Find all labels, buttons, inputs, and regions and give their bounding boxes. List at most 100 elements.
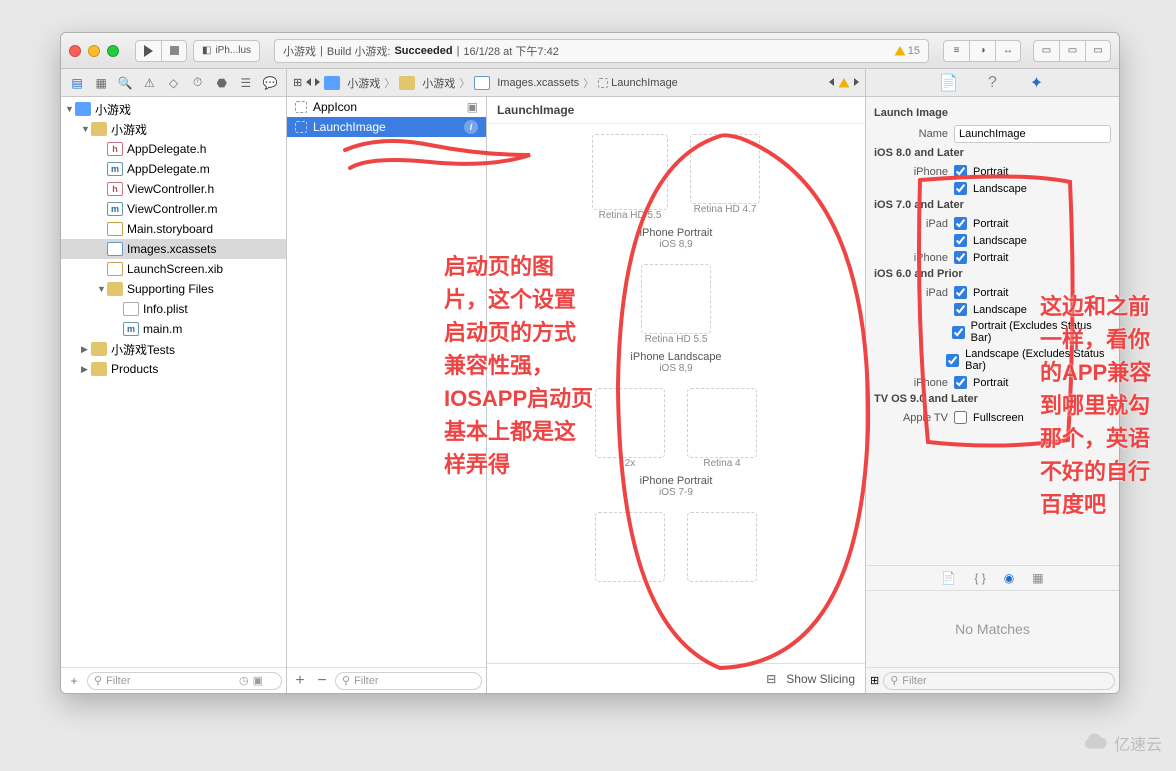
option-checkbox[interactable]: [954, 251, 967, 264]
option-checkbox[interactable]: [954, 165, 967, 178]
warning-badge[interactable]: 15: [894, 45, 920, 57]
option-label: Fullscreen: [973, 412, 1024, 424]
slot-extra-2[interactable]: [687, 512, 757, 582]
tree-item[interactable]: ▼Supporting Files: [61, 279, 286, 299]
lib-media-tab[interactable]: ▦: [1032, 571, 1043, 585]
library-filter[interactable]: ⚲ Filter: [883, 672, 1115, 690]
scheme-selector[interactable]: ◧ iPh...lus: [193, 40, 260, 62]
option-checkbox[interactable]: [954, 376, 967, 389]
editor-assistant-button[interactable]: ◑: [969, 40, 995, 62]
stop-button[interactable]: [161, 40, 187, 62]
preview-icon[interactable]: ▣: [467, 100, 478, 114]
crumb-assets[interactable]: Images.xcassets: [474, 76, 579, 90]
slot-retina4[interactable]: [687, 388, 757, 458]
counterpart-back[interactable]: [829, 77, 834, 89]
name-label: Name: [874, 128, 948, 140]
search-navigator-tab[interactable]: 🔍: [116, 74, 134, 92]
file-tree[interactable]: ▼小游戏▼小游戏hAppDelegate.hmAppDelegate.mhVie…: [61, 97, 286, 667]
warning-icon[interactable]: [838, 77, 850, 89]
asset-add-button[interactable]: +: [291, 672, 309, 690]
attrs-inspector-tab[interactable]: ✦: [1028, 74, 1046, 92]
navigator-filter[interactable]: ⚲ Filter ◷ ▣: [87, 672, 282, 690]
log-navigator-tab[interactable]: 💬: [261, 74, 279, 92]
zoom-button[interactable]: [107, 45, 119, 57]
symbol-navigator-tab[interactable]: ▦: [92, 74, 110, 92]
option-checkbox[interactable]: [952, 326, 965, 339]
editor-standard-button[interactable]: ≡: [943, 40, 969, 62]
toggle-inspector-button[interactable]: ▭: [1085, 40, 1111, 62]
report-navigator-tab[interactable]: ☰: [237, 74, 255, 92]
help-inspector-tab[interactable]: ?: [984, 74, 1002, 92]
option-checkbox[interactable]: [946, 354, 959, 367]
option-checkbox[interactable]: [954, 217, 967, 230]
option-device-label: iPad: [874, 218, 948, 230]
lib-object-tab[interactable]: ◉: [1004, 571, 1014, 585]
project-navigator-tab[interactable]: ▤: [68, 74, 86, 92]
tree-item[interactable]: mViewController.m: [61, 199, 286, 219]
asset-launchimage[interactable]: LaunchImage i: [287, 117, 486, 137]
asset-remove-button[interactable]: −: [313, 672, 331, 690]
counterpart-forward[interactable]: [854, 77, 859, 89]
fold-icon: [91, 362, 107, 376]
run-button[interactable]: [135, 40, 161, 62]
crumb-item[interactable]: LaunchImage: [598, 77, 678, 89]
tree-item[interactable]: ▼小游戏: [61, 119, 286, 139]
related-items-button[interactable]: ⊞: [293, 76, 302, 89]
crumb-folder[interactable]: 小游戏: [399, 75, 455, 91]
option-checkbox[interactable]: [954, 411, 967, 424]
tree-item[interactable]: ▼小游戏: [61, 99, 286, 119]
slot-extra-1[interactable]: [595, 512, 665, 582]
filter-modified-icon[interactable]: ▣: [253, 674, 263, 687]
canvas-toggle-icon[interactable]: ⊟: [766, 672, 776, 686]
breakpoint-navigator-tab[interactable]: ⬣: [213, 74, 231, 92]
close-button[interactable]: [69, 45, 81, 57]
lib-view-icon[interactable]: ⊞: [870, 674, 879, 687]
tree-item[interactable]: ▶小游戏Tests: [61, 339, 286, 359]
tree-item[interactable]: mmain.m: [61, 319, 286, 339]
forward-button[interactable]: [315, 77, 320, 89]
test-navigator-tab[interactable]: ◇: [164, 74, 182, 92]
toggle-navigator-button[interactable]: ▭: [1033, 40, 1059, 62]
option-checkbox[interactable]: [954, 286, 967, 299]
debug-navigator-tab[interactable]: ⏱: [189, 74, 207, 92]
toggle-debug-button[interactable]: ▭: [1059, 40, 1085, 62]
tree-item[interactable]: Info.plist: [61, 299, 286, 319]
tree-item[interactable]: LaunchScreen.xib: [61, 259, 286, 279]
tree-label: Supporting Files: [127, 282, 214, 296]
lib-code-tab[interactable]: { }: [974, 571, 985, 585]
issue-navigator-tab[interactable]: ⚠: [140, 74, 158, 92]
crumb-project[interactable]: 小游戏: [324, 75, 380, 91]
tree-item[interactable]: hViewController.h: [61, 179, 286, 199]
file-inspector-tab[interactable]: 📄: [940, 74, 958, 92]
asset-appicon[interactable]: AppIcon ▣: [287, 97, 486, 117]
tree-item[interactable]: Main.storyboard: [61, 219, 286, 239]
filter-scope-icon[interactable]: ◷: [239, 674, 249, 687]
asset-filter[interactable]: ⚲ Filter: [335, 672, 482, 690]
tree-item[interactable]: mAppDelegate.m: [61, 159, 286, 179]
info-icon[interactable]: i: [464, 120, 478, 134]
add-file-button[interactable]: +: [65, 672, 83, 690]
as-icon: [107, 242, 123, 256]
option-label: Portrait: [973, 218, 1008, 230]
canvas-body[interactable]: Retina HD 5.5 Retina HD 4.7 iPhone Portr…: [487, 124, 865, 663]
project-navigator: ▼小游戏▼小游戏hAppDelegate.hmAppDelegate.mhVie…: [61, 97, 287, 693]
slot-retina-hd-47[interactable]: [690, 134, 760, 204]
tree-label: LaunchScreen.xib: [127, 262, 223, 276]
slot-retina-hd-55[interactable]: [592, 134, 668, 210]
scheme-target: iPh...lus: [215, 45, 251, 56]
option-checkbox[interactable]: [954, 182, 967, 195]
editor-version-button[interactable]: ↔: [995, 40, 1021, 62]
tree-item[interactable]: ▶Products: [61, 359, 286, 379]
h-icon: h: [107, 182, 123, 196]
option-checkbox[interactable]: [954, 234, 967, 247]
lib-file-tab[interactable]: 📄: [941, 571, 956, 585]
minimize-button[interactable]: [88, 45, 100, 57]
back-button[interactable]: [306, 77, 311, 89]
tree-item[interactable]: hAppDelegate.h: [61, 139, 286, 159]
option-checkbox[interactable]: [954, 303, 967, 316]
name-input[interactable]: [954, 125, 1111, 143]
slot-landscape-55[interactable]: [641, 264, 711, 334]
slot-2x[interactable]: [595, 388, 665, 458]
tree-item[interactable]: Images.xcassets: [61, 239, 286, 259]
show-slicing-button[interactable]: Show Slicing: [786, 672, 855, 686]
